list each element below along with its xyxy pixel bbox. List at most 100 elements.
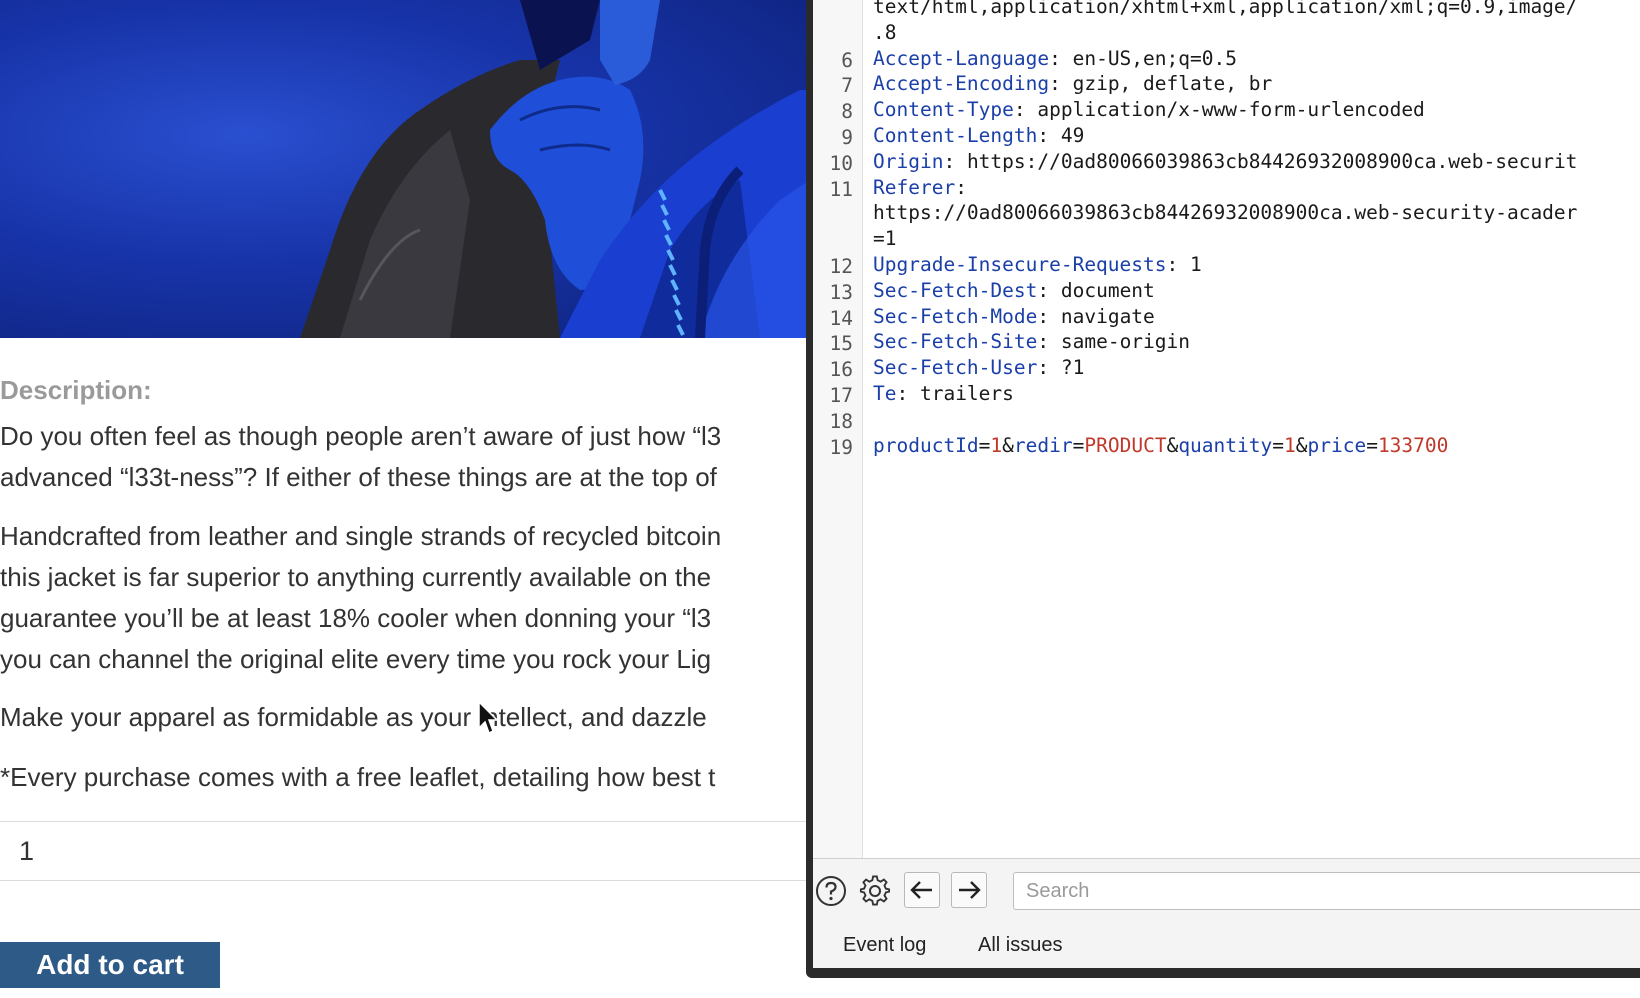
- description-line: you can channel the original elite every…: [0, 644, 712, 674]
- description-paragraph-2: Handcrafted from leather and single stra…: [0, 516, 810, 680]
- header-name: Sec-Fetch-Site: [873, 330, 1038, 354]
- line-number: 8: [841, 100, 853, 124]
- line-number: 16: [829, 358, 853, 382]
- param-value: PRODUCT: [1084, 433, 1167, 457]
- param-equals: =: [978, 433, 991, 457]
- header-name: Sec-Fetch-User: [873, 356, 1038, 380]
- mouse-cursor-icon: [478, 701, 499, 735]
- request-line: =1: [873, 227, 897, 251]
- product-page: Description: Do you often feel as though…: [0, 0, 810, 998]
- header-separator: :: [1037, 330, 1050, 354]
- line-number: 14: [829, 306, 853, 330]
- description-line: this jacket is far superior to anything …: [0, 562, 712, 592]
- editor-toolbar: [813, 858, 1640, 924]
- header-value: trailers: [908, 382, 1014, 405]
- header-separator: :: [1166, 253, 1179, 276]
- add-to-cart-button[interactable]: Add to cart: [0, 942, 220, 988]
- request-line: Te: trailers: [873, 382, 1014, 405]
- request-line: .8: [873, 20, 897, 44]
- request-line: text/html,application/xhtml+xml,applicat…: [873, 0, 1578, 18]
- param-name: price: [1307, 433, 1367, 457]
- param-value: 133700: [1377, 433, 1449, 457]
- description-line: advanced “l33t-ness”? If either of these…: [0, 462, 717, 492]
- header-value: same-origin: [1049, 330, 1191, 354]
- param-delimiter: &: [1295, 433, 1308, 457]
- header-name: Sec-Fetch-Mode: [873, 304, 1038, 328]
- header-separator: :: [1037, 278, 1050, 302]
- request-line: Accept-Language: en-US,en;q=0.5: [873, 47, 1237, 70]
- header-name: Content-Length: [873, 124, 1038, 147]
- line-number: 13: [829, 280, 853, 304]
- header-value: 49: [1049, 124, 1085, 147]
- param-equals: =: [1272, 433, 1284, 457]
- description-line: Make your apparel as formidable as your …: [0, 702, 707, 732]
- header-separator: :: [1037, 356, 1050, 380]
- header-value: gzip, deflate, br: [1060, 72, 1273, 96]
- header-name: Origin: [873, 149, 944, 173]
- request-line: Accept-Encoding: gzip, deflate, br: [873, 72, 1272, 95]
- description-heading: Description:: [0, 375, 152, 405]
- request-line: Sec-Fetch-Site: same-origin: [873, 330, 1190, 353]
- param-value: 1: [1283, 433, 1296, 457]
- param-delimiter: &: [1002, 433, 1014, 457]
- param-name: redir: [1013, 433, 1073, 457]
- header-name: Content-Type: [873, 98, 1014, 122]
- line-number: 17: [829, 384, 853, 407]
- request-line: Upgrade-Insecure-Requests: 1: [873, 253, 1202, 276]
- request-panel: text/html,application/xhtml+xml,applicat…: [813, 0, 1640, 968]
- product-image: [0, 0, 810, 338]
- request-line: https://0ad80066039863cb84426932008900ca…: [873, 201, 1578, 225]
- line-number: 19: [829, 435, 853, 459]
- request-line: Referer:: [873, 176, 967, 199]
- line-number: 9: [841, 126, 853, 149]
- description-line: *Every purchase comes with a free leafle…: [0, 762, 716, 792]
- line-number: 6: [841, 48, 853, 72]
- tab-event-log[interactable]: Event log: [843, 934, 926, 957]
- header-value: application/x-www-form-urlencoded: [1025, 98, 1425, 122]
- description-line: guarantee you’ll be at least 18% cooler …: [0, 603, 712, 633]
- header-name: Upgrade-Insecure-Requests: [873, 253, 1167, 276]
- request-line: Sec-Fetch-User: ?1: [873, 356, 1084, 379]
- request-line: Content-Type: application/x-www-form-url…: [873, 98, 1425, 121]
- header-separator: :: [1049, 46, 1061, 70]
- line-number: 18: [829, 409, 853, 433]
- forward-arrow-button[interactable]: [951, 872, 987, 908]
- header-value: en-US,en;q=0.5: [1060, 46, 1237, 70]
- header-value: 1: [1178, 253, 1202, 276]
- quantity-input[interactable]: 1: [0, 821, 810, 881]
- line-number: 12: [829, 255, 853, 278]
- request-line: Sec-Fetch-Mode: navigate: [873, 305, 1155, 328]
- param-delimiter: &: [1166, 433, 1179, 457]
- request-line: Sec-Fetch-Dest: document: [873, 279, 1155, 302]
- header-separator: :: [955, 175, 967, 199]
- param-name: productId: [873, 433, 979, 457]
- header-name: Accept-Language: [873, 46, 1050, 70]
- line-number: 11: [829, 177, 853, 201]
- description-paragraph-1: Do you often feel as though people aren’…: [0, 416, 810, 498]
- header-separator: :: [943, 149, 956, 173]
- header-value: ?1: [1049, 356, 1085, 380]
- request-editor[interactable]: text/html,application/xhtml+xml,applicat…: [813, 0, 1640, 858]
- header-value: https://0ad80066039863cb84426932008900ca…: [955, 149, 1578, 173]
- header-name: Referer: [873, 175, 956, 199]
- tab-all-issues[interactable]: All issues: [978, 934, 1062, 957]
- header-value: document: [1049, 278, 1155, 302]
- header-separator: :: [1049, 72, 1061, 96]
- back-arrow-button[interactable]: [904, 872, 940, 908]
- header-name: Accept-Encoding: [873, 72, 1050, 96]
- description-paragraph-4: *Every purchase comes with a free leafle…: [0, 757, 810, 798]
- line-number: 10: [829, 151, 853, 175]
- param-value: 1: [990, 433, 1003, 457]
- arrow-left-icon: [910, 881, 932, 899]
- param-name: quantity: [1178, 433, 1273, 457]
- header-value: navigate: [1049, 304, 1155, 328]
- header-separator: :: [896, 382, 909, 405]
- header-separator: :: [1037, 124, 1050, 147]
- help-icon[interactable]: [813, 873, 849, 909]
- header-name: Sec-Fetch-Dest: [873, 278, 1038, 302]
- search-input[interactable]: [1013, 872, 1640, 910]
- header-separator: :: [1037, 304, 1050, 328]
- line-number: 15: [829, 332, 853, 356]
- settings-gear-icon[interactable]: [857, 873, 893, 909]
- description-paragraph-3: Make your apparel as formidable as your …: [0, 697, 810, 738]
